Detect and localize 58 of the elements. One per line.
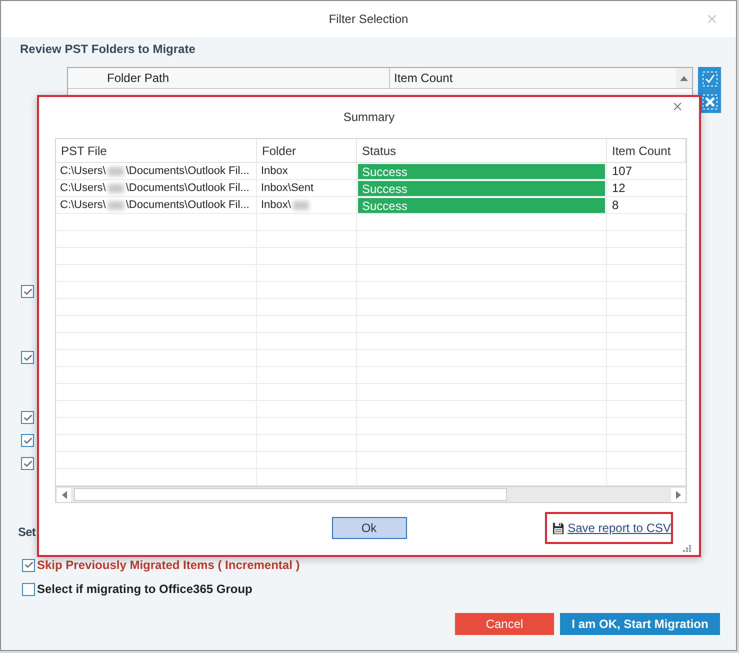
close-icon [671, 100, 684, 113]
option-label: Select if migrating to Office365 Group [37, 582, 252, 596]
checkbox[interactable] [21, 411, 34, 424]
start-migration-button[interactable]: I am OK, Start Migration [560, 613, 720, 635]
table-cell-text: 8 [611, 197, 620, 213]
cell-text: \Documents\Outlook Fil... [126, 181, 250, 196]
status-cell: Success [358, 198, 605, 213]
checkbox[interactable] [22, 558, 35, 572]
checkbox[interactable] [22, 582, 35, 596]
resize-grip-icon [683, 545, 691, 552]
cell-text: \Documents\Outlook Fil... [126, 164, 250, 179]
dialog-title: Summary [343, 109, 395, 126]
scrollbar-thumb[interactable] [74, 488, 507, 501]
scroll-up-arrow-icon [680, 76, 688, 80]
checkbox[interactable] [21, 457, 34, 470]
check-icon [22, 412, 32, 422]
deselect-all-button[interactable] [701, 93, 718, 110]
cell-text: C:\Users\ [60, 164, 106, 179]
cell-text: C:\Users\ [60, 198, 106, 213]
column-header[interactable]: PST File [56, 139, 257, 162]
cancel-button[interactable]: Cancel [455, 613, 554, 635]
column-header[interactable]: Folder [257, 139, 357, 162]
checkbox[interactable] [21, 351, 34, 364]
cell-text: Inbox\Sent [261, 181, 314, 196]
dashed-checkbox-check-icon [702, 70, 718, 86]
section-heading: Set [18, 525, 36, 539]
cell-text: \Documents\Outlook Fil... [126, 198, 250, 213]
close-button[interactable] [671, 100, 684, 113]
status-cell: Success [358, 164, 605, 179]
save-report-link[interactable]: Save report to CSV [568, 519, 671, 537]
cell-text: C:\Users\ [60, 181, 106, 196]
column-header[interactable]: Item Count [607, 139, 686, 162]
column-header[interactable]: Item Count [390, 68, 676, 88]
table-cell-text: 107 [611, 163, 634, 179]
scroll-left-button[interactable] [57, 488, 71, 502]
check-icon [24, 560, 34, 570]
table-cell-text: 12 [611, 180, 626, 196]
section-title: Review PST Folders to Migrate [20, 42, 196, 56]
checkbox[interactable] [21, 434, 34, 447]
scroll-right-arrow-icon [676, 490, 680, 498]
ok-button[interactable]: Ok [332, 517, 406, 539]
check-icon [22, 458, 32, 468]
column-header[interactable]: Status [357, 139, 607, 162]
check-icon [22, 352, 32, 362]
check-icon [22, 436, 32, 446]
checkbox[interactable] [21, 285, 34, 298]
close-icon [705, 12, 719, 26]
option-label: Skip Previously Migrated Items ( Incremental ) [37, 558, 300, 572]
cell-text: Inbox [261, 164, 288, 179]
select-all-button[interactable] [701, 70, 718, 87]
cell-text: Inbox\ [261, 198, 291, 213]
scroll-left-arrow-icon [62, 490, 66, 498]
scroll-up-button[interactable] [676, 68, 692, 88]
column-header[interactable]: Folder Path [68, 68, 390, 88]
scroll-right-button[interactable] [671, 488, 685, 502]
status-cell: Success [358, 181, 605, 196]
window-title: Filter Selection [328, 11, 408, 28]
check-icon [22, 286, 32, 296]
